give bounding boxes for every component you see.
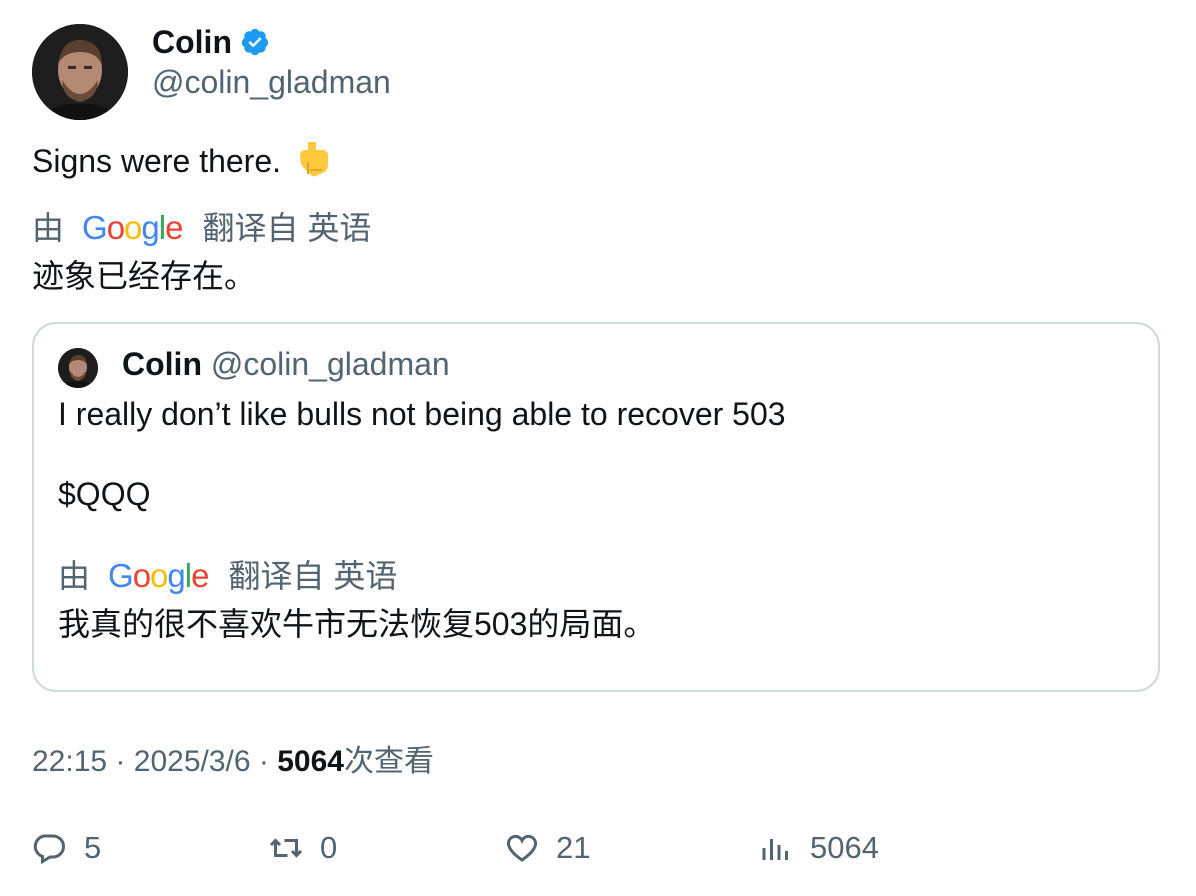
views-count: 5064 [277, 745, 344, 778]
quoted-tweet-header: Colin @colin_gladman [122, 344, 450, 384]
reply-button[interactable]: 5 [32, 830, 101, 866]
quoted-tweet-card[interactable]: Colin @colin_gladman I really don’t like… [32, 322, 1160, 692]
avatar-image [32, 24, 128, 120]
reply-count: 5 [84, 830, 102, 865]
quoted-author-name: Colin [122, 346, 202, 382]
author-avatar[interactable] [32, 24, 128, 120]
google-logo: Google [108, 557, 209, 594]
translated-by-google-row: 由 Google 翻译自 英语 [32, 208, 371, 248]
verified-badge-icon [241, 28, 269, 56]
quoted-author-handle: @colin_gladman [210, 346, 450, 382]
like-button[interactable]: 21 [504, 830, 590, 866]
action-bar: 5 0 21 5064 [0, 830, 1196, 870]
translation-suffix: 翻译自 英语 [202, 210, 372, 246]
quoted-tweet-text-line1: I really don’t like bulls not being able… [58, 396, 786, 432]
retweet-button[interactable]: 0 [268, 830, 337, 866]
quoted-translated-by-google-row: 由 Google 翻译自 英语 [58, 556, 397, 596]
avatar-image [58, 348, 98, 388]
translation-prefix: 由 [58, 558, 91, 594]
retweet-count: 0 [320, 830, 338, 865]
bar-chart-icon [762, 839, 788, 860]
like-count: 21 [556, 830, 591, 865]
quoted-author-avatar [58, 348, 98, 388]
views-action-count: 5064 [810, 830, 879, 865]
quoted-translated-text: 我真的很不喜欢牛市无法恢复503的局面。 [58, 606, 656, 642]
translated-text: 迹象已经存在。 [32, 258, 257, 294]
translation-prefix: 由 [32, 210, 65, 246]
views-button[interactable]: 5064 [758, 830, 879, 866]
meta-separator: · [258, 745, 269, 778]
meta-separator: · [115, 745, 126, 778]
tweet-time[interactable]: 22:15 [32, 745, 107, 778]
quoted-tweet-text-line2: $QQQ [58, 476, 151, 512]
views-label: 次查看 [343, 745, 434, 778]
heart-icon [507, 834, 537, 862]
retweet-icon [269, 838, 303, 858]
tweet-meta: 22:15 · 2025/3/6 · 5064次查看 [32, 742, 434, 782]
author-handle[interactable]: @colin_gladman [152, 62, 391, 102]
pointing-down-emoji-icon [296, 140, 330, 188]
translation-suffix: 翻译自 英语 [228, 558, 398, 594]
tweet-text-content: Signs were there. [32, 143, 282, 179]
tweet-date[interactable]: 2025/3/6 [134, 745, 251, 778]
tweet-text: Signs were there. [32, 140, 330, 188]
author-name[interactable]: Colin [152, 22, 270, 62]
google-logo: Google [82, 209, 183, 246]
reply-icon [33, 834, 65, 865]
author-name-text[interactable]: Colin [152, 22, 232, 62]
